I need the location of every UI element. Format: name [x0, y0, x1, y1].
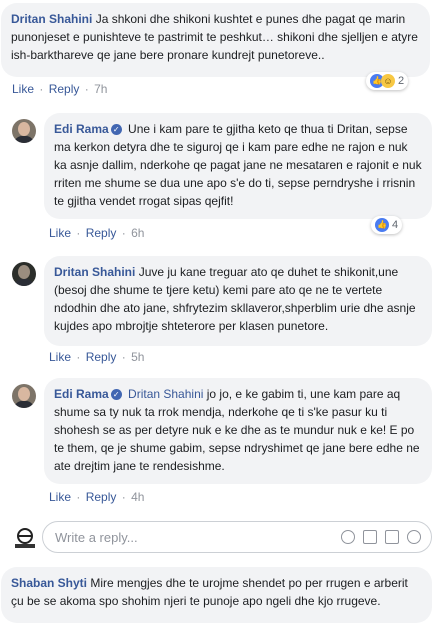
haha-reaction-icon: ☺ — [381, 74, 395, 88]
comment-time[interactable]: 7h — [94, 82, 107, 96]
separator: · — [121, 490, 126, 504]
verified-badge-icon: ✓ — [110, 124, 122, 136]
page-logo-icon — [12, 526, 38, 550]
reactions-count: 4 — [392, 219, 399, 231]
separator: · — [84, 82, 89, 96]
comment-bubble: Dritan Shahini Ja shkoni dhe shikoni kus… — [1, 3, 430, 77]
avatar-face — [18, 122, 30, 136]
avatar[interactable] — [12, 119, 36, 143]
comment-bubble: Dritan Shahini Juve ju kane treguar ato … — [44, 256, 432, 346]
reactions-badge[interactable]: 👍 4 — [371, 216, 403, 234]
separator: · — [121, 226, 126, 240]
reply-link[interactable]: Reply — [86, 490, 117, 504]
reply-input-box[interactable] — [42, 521, 432, 553]
emoji-icon[interactable] — [341, 530, 355, 544]
separator: · — [39, 82, 44, 96]
avatar-body — [14, 401, 34, 408]
comment-author[interactable]: Dritan Shahini — [11, 12, 92, 26]
like-link[interactable]: Like — [12, 82, 34, 96]
comment-bubble: Edi Rama ✓ Une i kam pare te gjitha keto … — [44, 113, 432, 219]
comment-bubble: Edi Rama ✓ Dritan Shahini jo jo, e ke gab… — [44, 378, 432, 484]
separator: · — [76, 490, 81, 504]
like-link[interactable]: Like — [49, 490, 71, 504]
like-reaction-icon: 👍 — [375, 218, 389, 232]
like-link[interactable]: Like — [49, 226, 71, 240]
avatar-face — [18, 265, 30, 279]
comment-actions: Like · Reply · 6h — [49, 226, 144, 240]
reply-link[interactable]: Reply — [86, 226, 117, 240]
separator: · — [121, 350, 126, 364]
comment-author[interactable]: Edi Rama — [54, 122, 109, 136]
reply-link[interactable]: Reply — [49, 82, 80, 96]
comment-bubble: Shaban Shyti Mire mengjes dhe te urojme … — [1, 567, 432, 623]
comment-actions: Like · Reply · 7h — [12, 82, 107, 96]
avatar-face — [18, 387, 30, 401]
verified-badge-icon: ✓ — [110, 389, 122, 401]
like-link[interactable]: Like — [49, 350, 71, 364]
separator: · — [76, 226, 81, 240]
avatar[interactable] — [12, 384, 36, 408]
reactions-badge[interactable]: 👍 ☺ 2 — [366, 72, 409, 90]
sticker-icon[interactable] — [407, 530, 421, 544]
reply-input[interactable] — [53, 528, 341, 546]
camera-icon[interactable] — [363, 530, 377, 544]
comment-time[interactable]: 6h — [131, 226, 144, 240]
comment-author[interactable]: Shaban Shyti — [11, 576, 87, 590]
reply-link[interactable]: Reply — [86, 350, 117, 364]
separator: · — [76, 350, 81, 364]
reply-tools — [341, 530, 421, 544]
avatar-body — [14, 136, 34, 143]
comment-time[interactable]: 5h — [131, 350, 144, 364]
comment-actions: Like · Reply · 5h — [49, 350, 144, 364]
comment-author[interactable]: Dritan Shahini — [54, 265, 135, 279]
mention-link[interactable]: Dritan Shahini — [128, 387, 203, 401]
avatar-body — [14, 279, 34, 286]
comment-text: Une i kam pare te gjitha keto qe thua ti… — [54, 122, 422, 208]
comment-actions: Like · Reply · 4h — [49, 490, 144, 504]
gif-icon[interactable] — [385, 530, 399, 544]
comment-time[interactable]: 4h — [131, 490, 144, 504]
reactions-count: 2 — [398, 75, 405, 87]
comment-author[interactable]: Edi Rama — [54, 387, 109, 401]
avatar[interactable] — [12, 262, 36, 286]
